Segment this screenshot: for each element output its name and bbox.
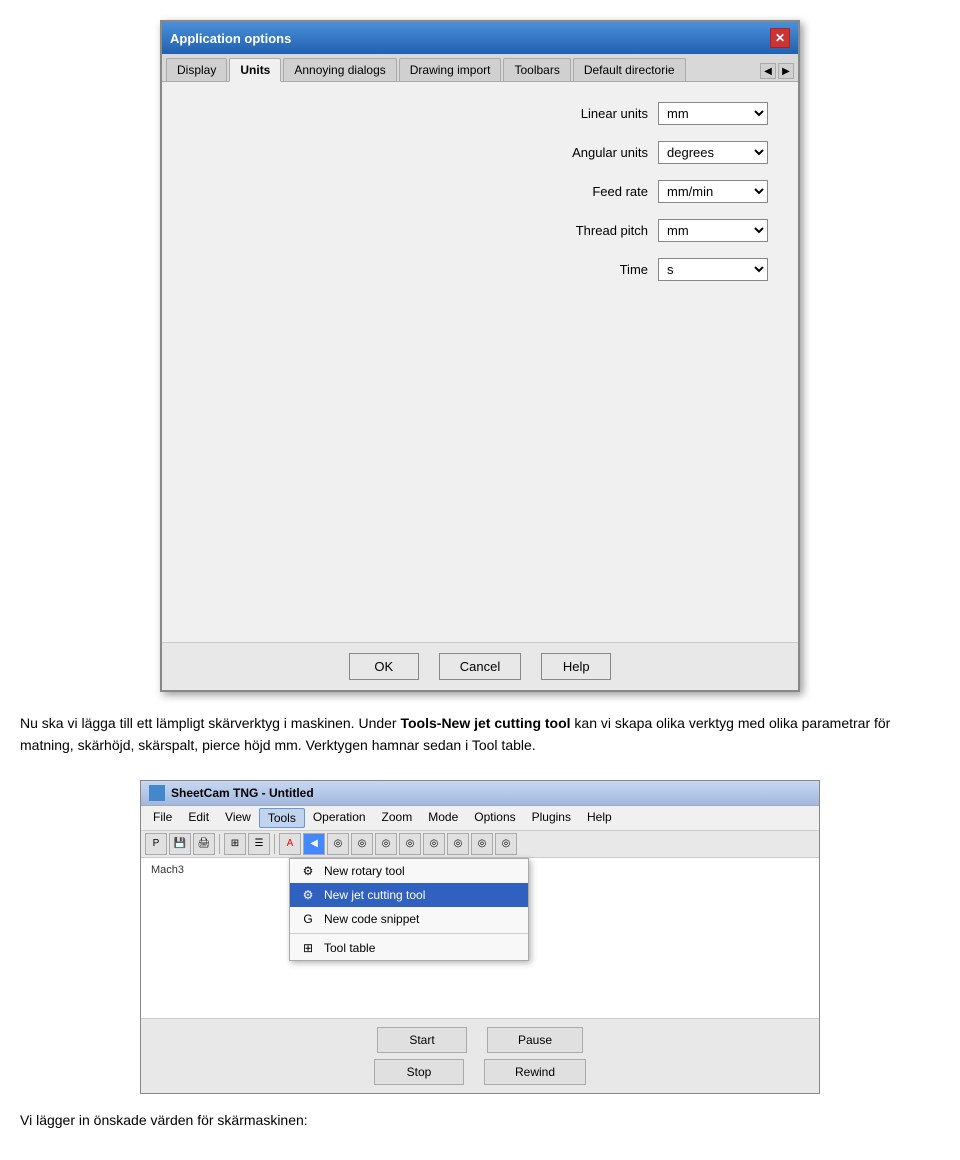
toolbar-btn-save[interactable]: 💾 (169, 833, 191, 855)
menu-tools[interactable]: Tools (259, 808, 305, 828)
menu-edit[interactable]: Edit (180, 808, 217, 828)
thread-pitch-label: Thread pitch (528, 223, 648, 238)
control-row-2: Stop Rewind (374, 1059, 586, 1085)
app-container: SheetCam TNG - Untitled File Edit View T… (0, 775, 960, 1099)
menu-tool-table[interactable]: ⊞ Tool table (290, 936, 528, 960)
tab-default-directories[interactable]: Default directorie (573, 58, 686, 81)
text-intro: Nu ska vi lägga till ett lämpligt skärve… (20, 715, 400, 731)
app-title: SheetCam TNG - Untitled (171, 786, 314, 800)
menu-new-code-snippet[interactable]: G New code snippet (290, 907, 528, 931)
tab-drawing-import[interactable]: Drawing import (399, 58, 502, 81)
time-select[interactable]: s min (658, 258, 768, 281)
tool-table-label: Tool table (324, 941, 375, 955)
linear-units-select[interactable]: mm inch (658, 102, 768, 125)
feed-rate-label: Feed rate (528, 184, 648, 199)
feed-rate-row: Feed rate mm/min inch/min (192, 180, 768, 203)
toolbar-sep-1 (219, 834, 220, 854)
toolbar-btn-p[interactable]: P (145, 833, 167, 855)
menu-mode[interactable]: Mode (420, 808, 466, 828)
feed-rate-select[interactable]: mm/min inch/min (658, 180, 768, 203)
menu-options[interactable]: Options (466, 808, 523, 828)
rewind-button[interactable]: Rewind (484, 1059, 586, 1085)
tab-display[interactable]: Display (166, 58, 227, 81)
toolbar-btn-circle6[interactable]: ◎ (447, 833, 469, 855)
text-paragraph-1: Nu ska vi lägga till ett lämpligt skärve… (0, 702, 960, 775)
stop-button[interactable]: Stop (374, 1059, 464, 1085)
toolbar-btn-grid[interactable]: ⊞ (224, 833, 246, 855)
menu-help[interactable]: Help (579, 808, 620, 828)
application-options-dialog: Application options ✕ Display Units Anno… (160, 20, 800, 692)
tab-next-button[interactable]: ▶ (778, 63, 794, 79)
menu-file[interactable]: File (145, 808, 180, 828)
cancel-button[interactable]: Cancel (439, 653, 521, 680)
jet-cutting-icon: ⚙ (300, 888, 316, 902)
toolbar-btn-circle7[interactable]: ◎ (471, 833, 493, 855)
toolbar-btn-blue[interactable]: ◀ (303, 833, 325, 855)
angular-units-label: Angular units (528, 145, 648, 160)
menu-zoom[interactable]: Zoom (374, 808, 421, 828)
sheetcam-window: SheetCam TNG - Untitled File Edit View T… (140, 780, 820, 1094)
dialog-close-button[interactable]: ✕ (770, 28, 790, 48)
tool-table-icon: ⊞ (300, 941, 316, 955)
menu-plugins[interactable]: Plugins (524, 808, 579, 828)
rotary-tool-icon: ⚙ (300, 864, 316, 878)
toolbar-btn-circle1[interactable]: ◎ (327, 833, 349, 855)
help-button[interactable]: Help (541, 653, 611, 680)
time-label: Time (528, 262, 648, 277)
toolbar-btn-circle2[interactable]: ◎ (351, 833, 373, 855)
control-area: Start Pause Stop Rewind (141, 1018, 819, 1093)
thread-pitch-select[interactable]: mm inch (658, 219, 768, 242)
toolbar-btn-circle3[interactable]: ◎ (375, 833, 397, 855)
app-toolbar: P 💾 🖨 ⊞ ☰ A ◀ ◎ ◎ ◎ ◎ ◎ ◎ ◎ ◎ (141, 831, 819, 858)
linear-units-label: Linear units (528, 106, 648, 121)
time-row: Time s min (192, 258, 768, 281)
menu-new-rotary-tool[interactable]: ⚙ New rotary tool (290, 859, 528, 883)
tab-units[interactable]: Units (229, 58, 281, 82)
app-titlebar: SheetCam TNG - Untitled (141, 781, 819, 806)
dropdown-separator (290, 933, 528, 934)
toolbar-btn-print[interactable]: 🖨 (193, 833, 215, 855)
text-bold-tools: Tools-New jet cutting tool (400, 715, 570, 731)
angular-units-select[interactable]: degrees radians (658, 141, 768, 164)
start-button[interactable]: Start (377, 1027, 467, 1053)
angular-units-row: Angular units degrees radians (192, 141, 768, 164)
dialog-title: Application options (170, 31, 291, 46)
toolbar-btn-list[interactable]: ☰ (248, 833, 270, 855)
pause-button[interactable]: Pause (487, 1027, 583, 1053)
control-row-1: Start Pause (377, 1027, 583, 1053)
menu-view[interactable]: View (217, 808, 259, 828)
tab-navigation: ◀ ▶ (760, 63, 794, 81)
app-menubar: File Edit View Tools Operation Zoom Mode… (141, 806, 819, 831)
dialog-tabs: Display Units Annoying dialogs Drawing i… (162, 54, 798, 82)
toolbar-btn-circle8[interactable]: ◎ (495, 833, 517, 855)
dialog-body: Linear units mm inch Angular units degre… (162, 82, 798, 642)
toolbar-btn-red[interactable]: A (279, 833, 301, 855)
app-icon (149, 785, 165, 801)
toolbar-sep-2 (274, 834, 275, 854)
linear-units-row: Linear units mm inch (192, 102, 768, 125)
dialog-titlebar: Application options ✕ (162, 22, 798, 54)
menu-operation[interactable]: Operation (305, 808, 374, 828)
ok-button[interactable]: OK (349, 653, 419, 680)
rotary-tool-label: New rotary tool (324, 864, 405, 878)
tools-dropdown-menu: ⚙ New rotary tool ⚙ New jet cutting tool… (289, 858, 529, 961)
bottom-text: Vi lägger in önskade värden för skärmask… (20, 1109, 940, 1131)
jet-cutting-label: New jet cutting tool (324, 888, 425, 902)
code-snippet-icon: G (300, 912, 316, 926)
menu-new-jet-cutting-tool[interactable]: ⚙ New jet cutting tool (290, 883, 528, 907)
dialog-footer: OK Cancel Help (162, 642, 798, 690)
code-snippet-label: New code snippet (324, 912, 419, 926)
tab-toolbars[interactable]: Toolbars (503, 58, 570, 81)
tab-annoying-dialogs[interactable]: Annoying dialogs (283, 58, 396, 81)
app-content-area: Mach3 ⚙ New rotary tool ⚙ New jet cuttin… (141, 858, 819, 1018)
dialog-container: Application options ✕ Display Units Anno… (0, 0, 960, 702)
tab-prev-button[interactable]: ◀ (760, 63, 776, 79)
thread-pitch-row: Thread pitch mm inch (192, 219, 768, 242)
toolbar-btn-circle4[interactable]: ◎ (399, 833, 421, 855)
toolbar-btn-circle5[interactable]: ◎ (423, 833, 445, 855)
bottom-text-paragraph: Vi lägger in önskade värden för skärmask… (0, 1099, 960, 1141)
